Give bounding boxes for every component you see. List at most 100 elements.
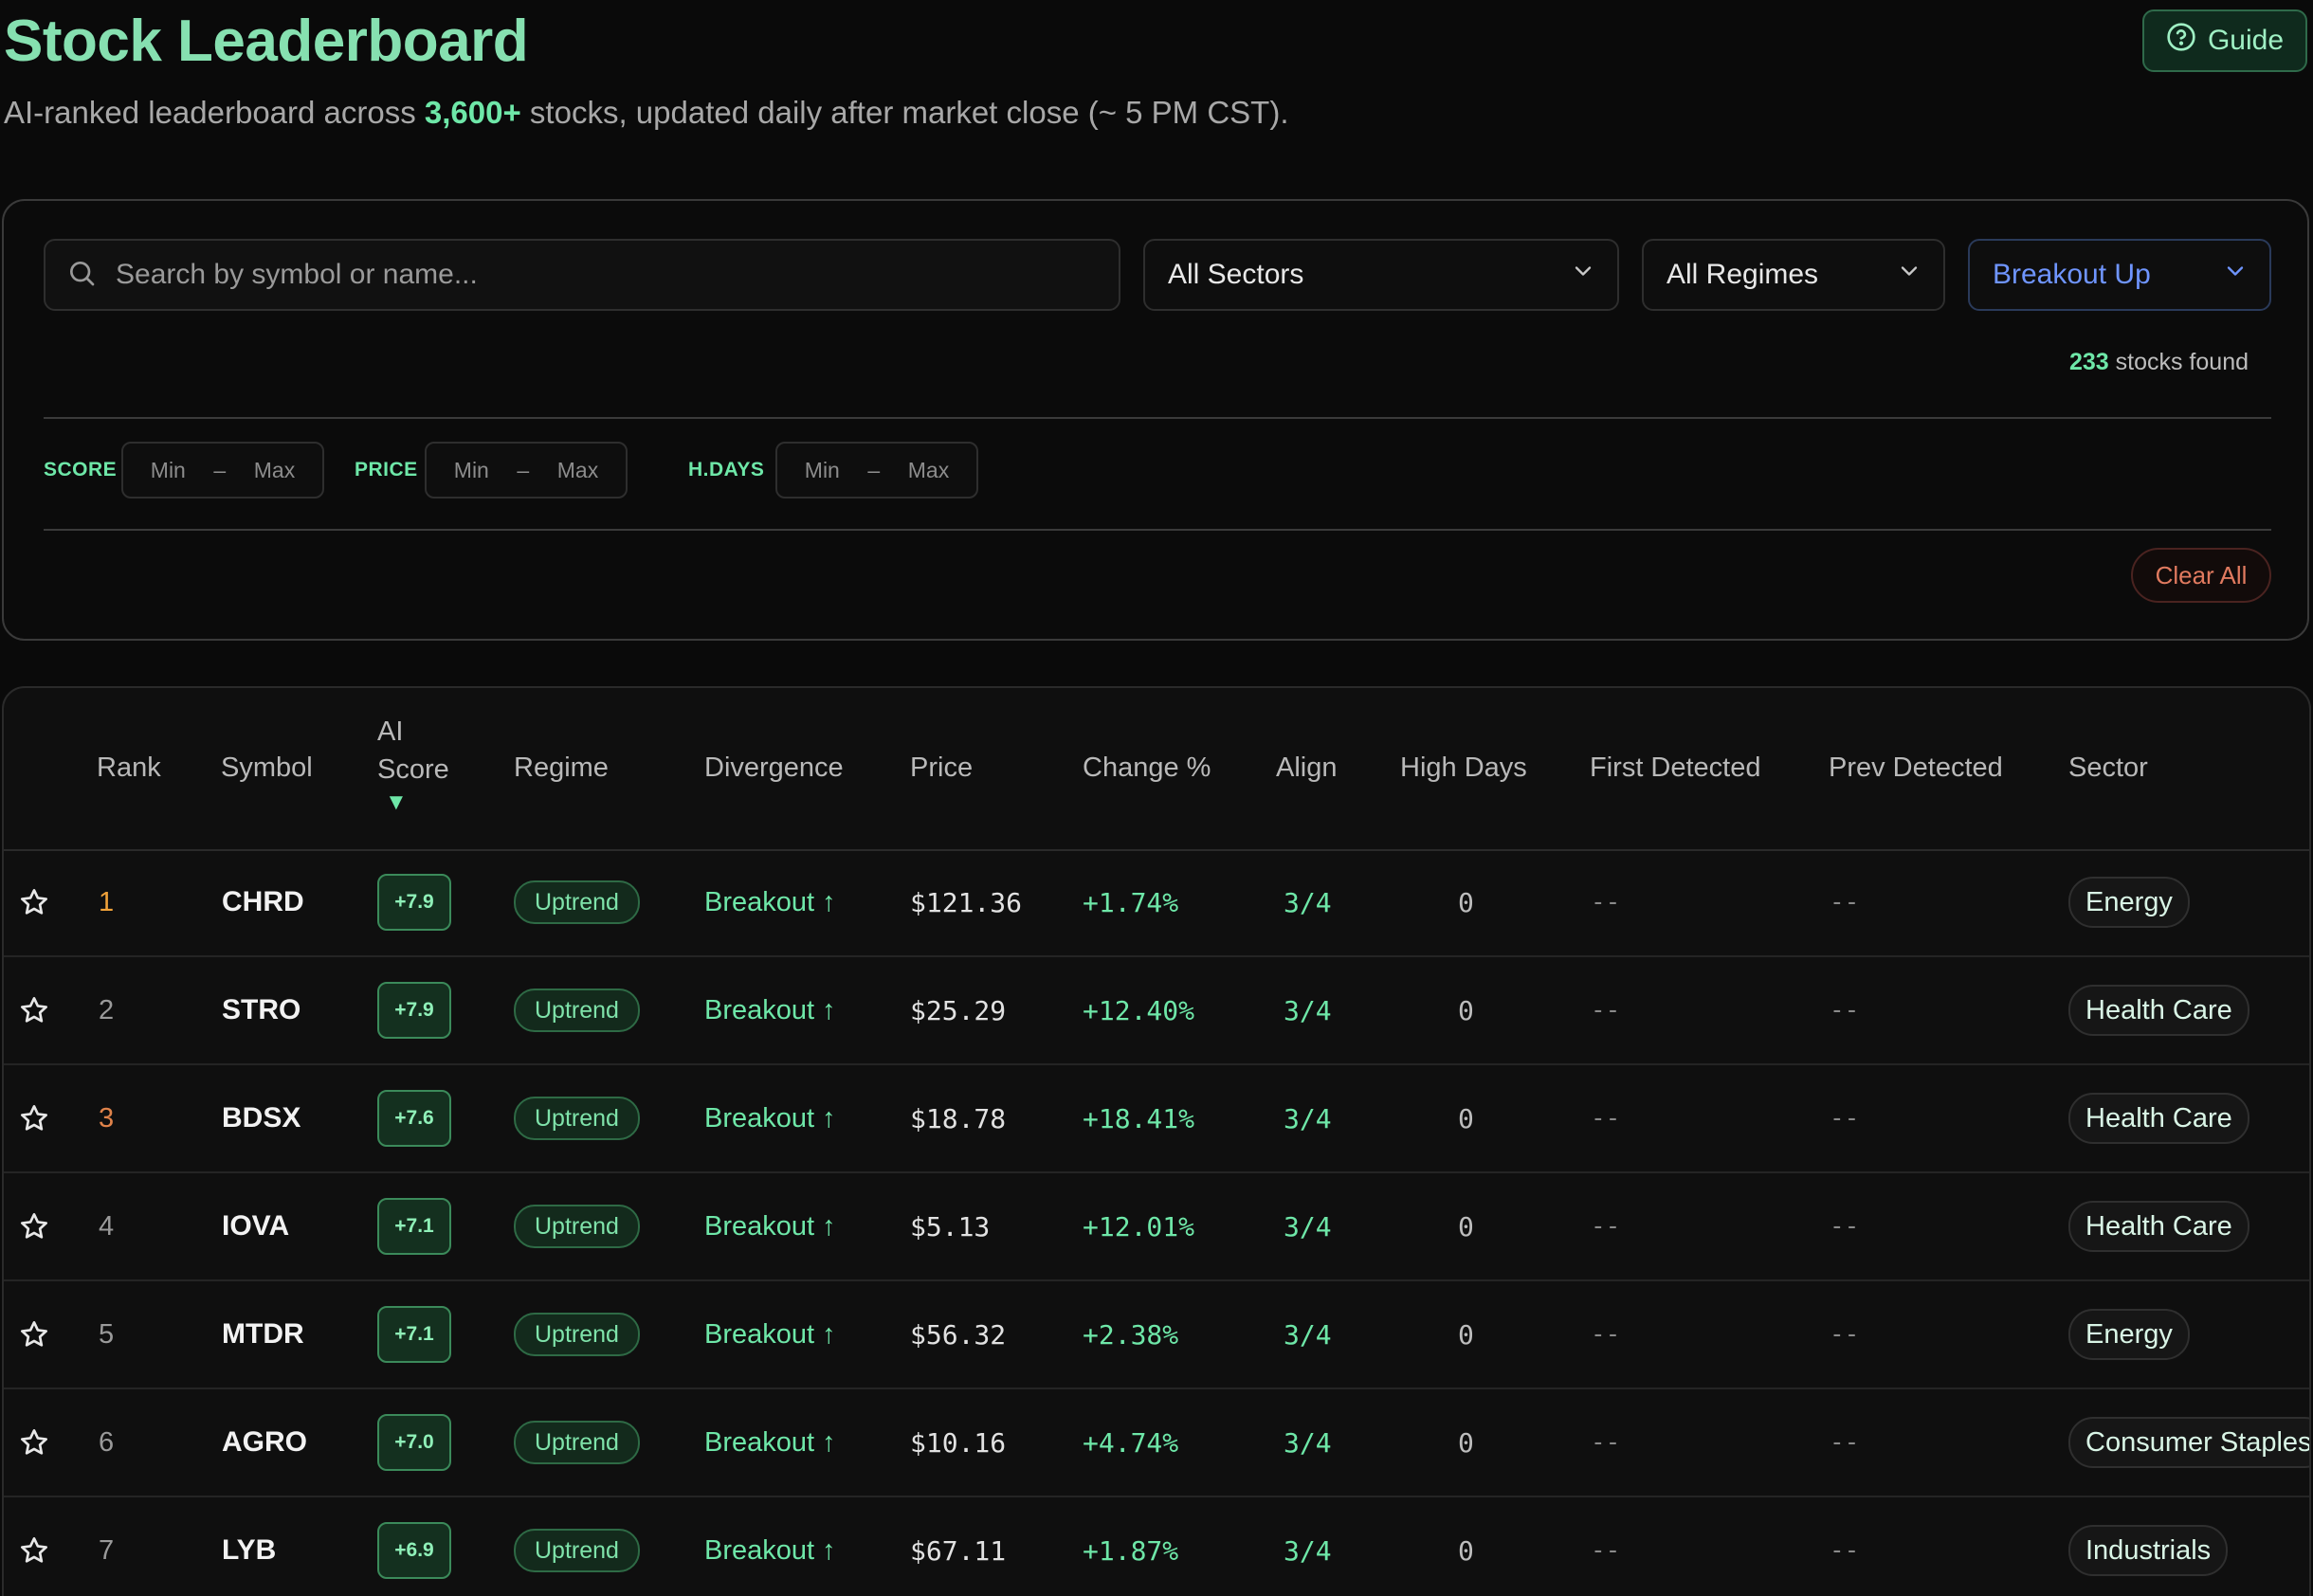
- table-row[interactable]: 6 AGRO +7.0 Uptrend Breakout ↑ $10.16 +4.74% 3/…: [4, 1389, 2309, 1497]
- table-row[interactable]: 7 LYB +6.9 Uptrend Breakout ↑ $67.11 +1.87% 3/4…: [4, 1497, 2309, 1596]
- hdays-min-input[interactable]: Min: [805, 458, 840, 483]
- high-days-value: 0: [1458, 1102, 1474, 1134]
- prev-detected-value: --: [1830, 888, 1860, 916]
- page: Stock Leaderboard AI-ranked leaderboard …: [0, 0, 2313, 1596]
- help-circle-icon: [2166, 22, 2196, 60]
- range-separator: –: [517, 457, 530, 482]
- col-ai-score[interactable]: AI Score ▼: [377, 713, 449, 815]
- filter-panel: All Sectors All Regimes Breakout Up 233 …: [2, 199, 2309, 641]
- search-icon: [66, 258, 97, 293]
- col-change[interactable]: Change %: [1083, 749, 1211, 787]
- col-ai-score-line1: AI: [377, 716, 404, 747]
- guide-label: Guide: [2207, 25, 2285, 56]
- table-row[interactable]: 1 CHRD +7.9 Uptrend Breakout ↑ $121.36 +1.74% 3…: [4, 849, 2309, 957]
- table-row[interactable]: 4 IOVA +7.1 Uptrend Breakout ↑ $5.13 +12.01% 3/…: [4, 1173, 2309, 1281]
- col-divergence[interactable]: Divergence: [704, 749, 844, 787]
- col-prev-detected[interactable]: Prev Detected: [1829, 749, 2003, 787]
- first-detected-value: --: [1591, 1320, 1621, 1349]
- divergence-value: Breakout ↑: [704, 1534, 836, 1566]
- col-price[interactable]: Price: [910, 749, 973, 787]
- divider: [44, 529, 2271, 531]
- symbol-link[interactable]: MTDR: [222, 1318, 304, 1351]
- sector-select[interactable]: All Sectors: [1143, 239, 1619, 311]
- guide-button[interactable]: Guide: [2142, 9, 2307, 72]
- regime-select[interactable]: All Regimes: [1642, 239, 1945, 311]
- score-max-input[interactable]: Max: [254, 458, 295, 483]
- symbol-link[interactable]: LYB: [222, 1534, 276, 1567]
- first-detected-value: --: [1591, 888, 1621, 916]
- range-separator: –: [867, 457, 881, 482]
- col-sector[interactable]: Sector: [2068, 749, 2148, 787]
- score-min-input[interactable]: Min: [151, 458, 186, 483]
- col-align[interactable]: Align: [1276, 749, 1338, 787]
- col-symbol[interactable]: Symbol: [221, 749, 313, 787]
- sector-select-value: All Sectors: [1168, 259, 1304, 290]
- chevron-down-icon: [1896, 258, 1922, 292]
- star-icon[interactable]: [19, 1281, 49, 1387]
- col-regime[interactable]: Regime: [514, 749, 609, 787]
- col-first-detected[interactable]: First Detected: [1590, 749, 1761, 787]
- first-detected-value: --: [1591, 1212, 1621, 1241]
- star-icon[interactable]: [19, 1173, 49, 1279]
- regime-badge: Uptrend: [514, 1313, 640, 1356]
- star-icon[interactable]: [19, 957, 49, 1063]
- rank-value: 1: [99, 886, 115, 917]
- subtitle-prefix: AI-ranked leaderboard across: [4, 95, 425, 130]
- col-rank[interactable]: Rank: [97, 749, 161, 787]
- signal-select[interactable]: Breakout Up: [1968, 239, 2271, 311]
- divergence-value: Breakout ↑: [704, 994, 836, 1025]
- symbol-link[interactable]: BDSX: [222, 1102, 301, 1134]
- table-row[interactable]: 3 BDSX +7.6 Uptrend Breakout ↑ $18.78 +18.41% 3…: [4, 1065, 2309, 1173]
- ai-score-badge: +7.9: [377, 874, 451, 931]
- align-value: 3/4: [1284, 1210, 1332, 1242]
- star-icon[interactable]: [19, 1389, 49, 1496]
- ai-score-badge: +7.6: [377, 1090, 451, 1147]
- star-icon[interactable]: [19, 849, 49, 955]
- high-days-value: 0: [1458, 1534, 1474, 1567]
- prev-detected-value: --: [1830, 1212, 1860, 1241]
- regime-badge: Uptrend: [514, 988, 640, 1032]
- results-count: 233 stocks found: [2069, 349, 2249, 376]
- price-value: $67.11: [910, 1534, 1007, 1567]
- sector-badge: Industrials: [2068, 1525, 2229, 1576]
- hdays-range-label: H.DAYS: [688, 459, 765, 481]
- symbol-link[interactable]: IOVA: [222, 1210, 289, 1242]
- page-title: Stock Leaderboard: [4, 9, 529, 74]
- rank-value: 6: [99, 1426, 115, 1458]
- results-count-label: stocks found: [2115, 349, 2249, 375]
- align-value: 3/4: [1284, 1426, 1332, 1459]
- hdays-max-input[interactable]: Max: [908, 458, 949, 483]
- hdays-range: Min – Max: [775, 442, 978, 499]
- divergence-value: Breakout ↑: [704, 886, 836, 917]
- regime-select-value: All Regimes: [1666, 259, 1819, 290]
- chevron-down-icon: [1570, 258, 1596, 292]
- search-box[interactable]: [44, 239, 1120, 311]
- symbol-link[interactable]: CHRD: [222, 886, 304, 918]
- search-input[interactable]: [114, 258, 1065, 292]
- star-icon[interactable]: [19, 1065, 49, 1171]
- star-icon[interactable]: [19, 1497, 49, 1596]
- high-days-value: 0: [1458, 994, 1474, 1026]
- price-max-input[interactable]: Max: [557, 458, 598, 483]
- rank-value: 7: [99, 1534, 115, 1566]
- price-min-input[interactable]: Min: [454, 458, 489, 483]
- page-subtitle: AI-ranked leaderboard across 3,600+ stoc…: [4, 95, 1289, 131]
- table-row[interactable]: 5 MTDR +7.1 Uptrend Breakout ↑ $56.32 +2.38% 3/…: [4, 1281, 2309, 1389]
- change-value: +12.40%: [1083, 994, 1195, 1026]
- prev-detected-value: --: [1830, 1428, 1860, 1457]
- score-range-label: SCORE: [44, 459, 118, 481]
- symbol-link[interactable]: STRO: [222, 994, 301, 1026]
- symbol-link[interactable]: AGRO: [222, 1426, 307, 1459]
- regime-badge: Uptrend: [514, 1205, 640, 1248]
- prev-detected-value: --: [1830, 1536, 1860, 1565]
- rank-value: 5: [99, 1318, 115, 1350]
- align-value: 3/4: [1284, 994, 1332, 1026]
- ai-score-badge: +7.9: [377, 982, 451, 1039]
- change-value: +18.41%: [1083, 1102, 1195, 1134]
- high-days-value: 0: [1458, 886, 1474, 918]
- table-row[interactable]: 2 STRO +7.9 Uptrend Breakout ↑ $25.29 +12.40% 3…: [4, 957, 2309, 1065]
- stock-count-highlight: 3,600+: [424, 95, 521, 130]
- clear-all-button[interactable]: Clear All: [2131, 548, 2271, 603]
- col-high-days[interactable]: High Days: [1400, 749, 1527, 787]
- ai-score-badge: +7.1: [377, 1198, 451, 1255]
